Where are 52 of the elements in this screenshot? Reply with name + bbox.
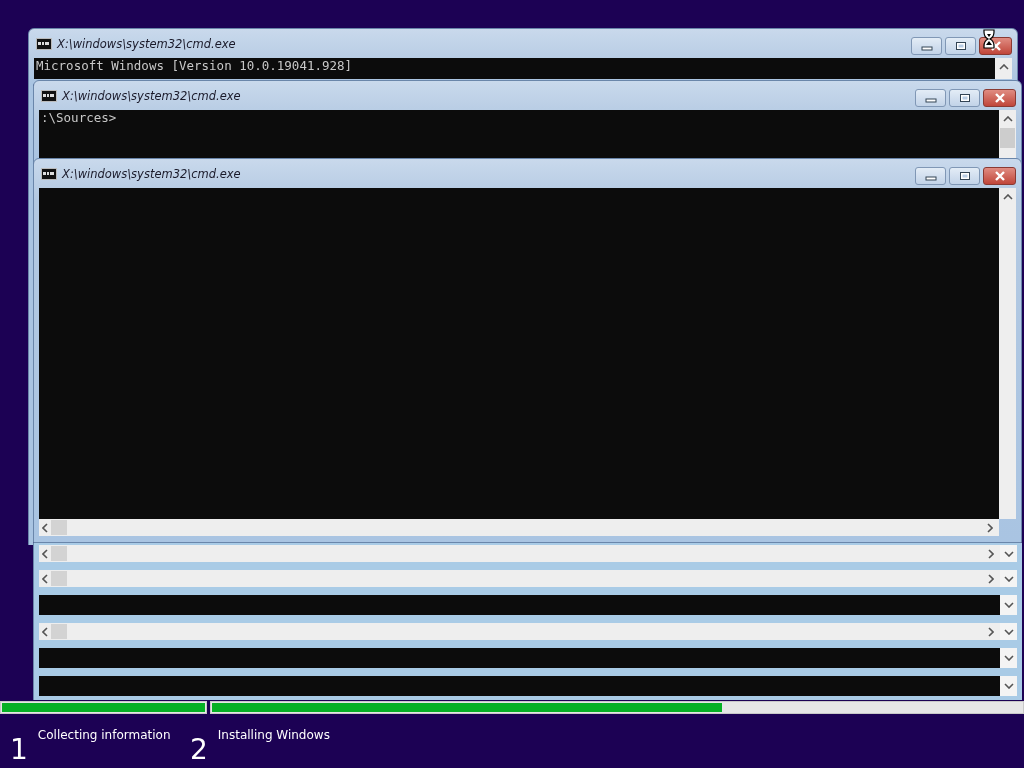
scrollbar-thumb[interactable] — [51, 571, 67, 586]
horizontal-scrollbar[interactable] — [39, 570, 1000, 587]
step-label: Collecting information — [37, 728, 171, 742]
horizontal-scrollbar[interactable] — [39, 623, 1000, 640]
step-number: 2 — [190, 734, 208, 766]
chevron-down-icon — [1003, 655, 1014, 661]
window-title: X:\windows\system32\cmd.exe — [57, 36, 236, 51]
maximize-icon — [958, 171, 971, 181]
scrollbar-thumb[interactable] — [1000, 128, 1015, 148]
chevron-left-icon — [42, 522, 48, 533]
chevron-down-icon — [1003, 628, 1014, 635]
maximize-button[interactable] — [949, 89, 980, 107]
chevron-up-icon — [1002, 116, 1013, 122]
step-number: 1 — [10, 734, 28, 766]
console-icon — [41, 167, 57, 180]
scrollbar-thumb[interactable] — [51, 546, 67, 561]
console-line: Microsoft Windows [Version 10.0.19041.928] — [36, 58, 354, 74]
window-title: X:\windows\system32\cmd.exe — [62, 88, 241, 103]
chevron-right-icon — [988, 573, 994, 584]
chevron-left-icon — [42, 548, 48, 559]
close-icon — [989, 41, 1002, 51]
maximize-button[interactable] — [945, 37, 976, 55]
maximize-button[interactable] — [949, 167, 980, 185]
chevron-right-icon — [988, 626, 994, 637]
console-icon — [36, 37, 52, 50]
chevron-left-icon — [42, 626, 48, 637]
step-label: Installing Windows — [217, 728, 330, 742]
chevron-right-icon — [987, 522, 993, 533]
maximize-icon — [954, 41, 967, 51]
chevron-down-icon — [1003, 575, 1014, 582]
chevron-down-icon — [1003, 683, 1014, 689]
horizontal-scrollbar[interactable] — [39, 545, 1000, 562]
window-title: X:\windows\system32\cmd.exe — [62, 166, 241, 181]
horizontal-scrollbar[interactable] — [39, 519, 999, 536]
console-line: :\Sources> — [41, 110, 118, 126]
maximize-icon — [958, 93, 971, 103]
console-icon — [41, 89, 57, 102]
chevron-left-icon — [42, 573, 48, 584]
close-icon — [993, 171, 1006, 181]
chevron-right-icon — [988, 548, 994, 559]
close-icon — [993, 93, 1006, 103]
chevron-up-icon — [998, 64, 1009, 70]
close-button[interactable] — [983, 167, 1016, 185]
chevron-down-icon — [1003, 550, 1014, 557]
vertical-scrollbar[interactable] — [999, 110, 1016, 158]
vertical-scrollbar[interactable] — [995, 58, 1012, 79]
scrollbar-thumb[interactable] — [51, 520, 67, 535]
scrollbar-thumb[interactable] — [51, 624, 67, 639]
chevron-up-icon — [1002, 194, 1013, 200]
close-button[interactable] — [983, 89, 1016, 107]
vertical-scrollbar[interactable] — [999, 188, 1016, 519]
chevron-down-icon — [1003, 602, 1014, 608]
